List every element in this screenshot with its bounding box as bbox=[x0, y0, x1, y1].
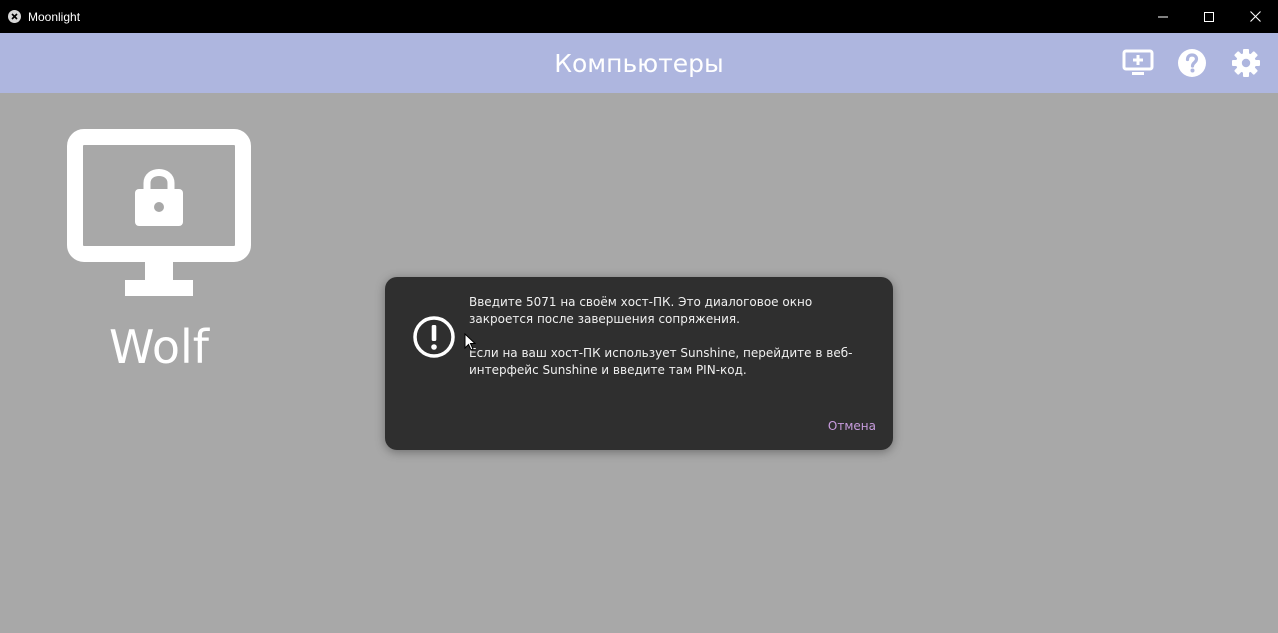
window-title: Moonlight bbox=[28, 10, 81, 24]
moonlight-app-icon bbox=[8, 10, 21, 23]
maximize-button[interactable] bbox=[1186, 0, 1232, 33]
minimize-button[interactable] bbox=[1140, 0, 1186, 33]
dialog-message: Введите 5071 на своём хост-ПК. Это диало… bbox=[469, 294, 879, 379]
toolbar: Компьютеры bbox=[0, 33, 1278, 93]
help-button[interactable] bbox=[1175, 46, 1209, 80]
mouse-cursor-icon bbox=[464, 333, 476, 351]
minimize-icon bbox=[1158, 16, 1168, 17]
monitor-locked-icon bbox=[67, 129, 251, 296]
dialog-message-sunshine: Если на ваш хост-ПК использует Sunshine,… bbox=[469, 346, 853, 377]
cancel-button[interactable]: Отмена bbox=[828, 418, 876, 434]
help-icon bbox=[1178, 49, 1206, 77]
exclamation-circle-icon bbox=[413, 316, 455, 358]
computer-tile[interactable]: Wolf bbox=[52, 123, 266, 383]
page-title: Компьютеры bbox=[554, 49, 724, 78]
close-window-button[interactable] bbox=[1232, 0, 1278, 33]
computer-name: Wolf bbox=[109, 320, 209, 374]
close-icon bbox=[1249, 11, 1261, 22]
pairing-dialog: Введите 5071 на своём хост-ПК. Это диало… bbox=[385, 277, 893, 450]
add-pc-icon bbox=[1122, 49, 1154, 75]
maximize-icon bbox=[1204, 11, 1214, 22]
add-pc-button[interactable] bbox=[1121, 46, 1155, 80]
lock-icon bbox=[135, 169, 183, 226]
dialog-message-pin: Введите 5071 на своём хост-ПК. Это диало… bbox=[469, 295, 813, 326]
gear-icon bbox=[1232, 49, 1260, 77]
window-titlebar: Moonlight bbox=[0, 0, 1278, 33]
settings-button[interactable] bbox=[1229, 46, 1263, 80]
